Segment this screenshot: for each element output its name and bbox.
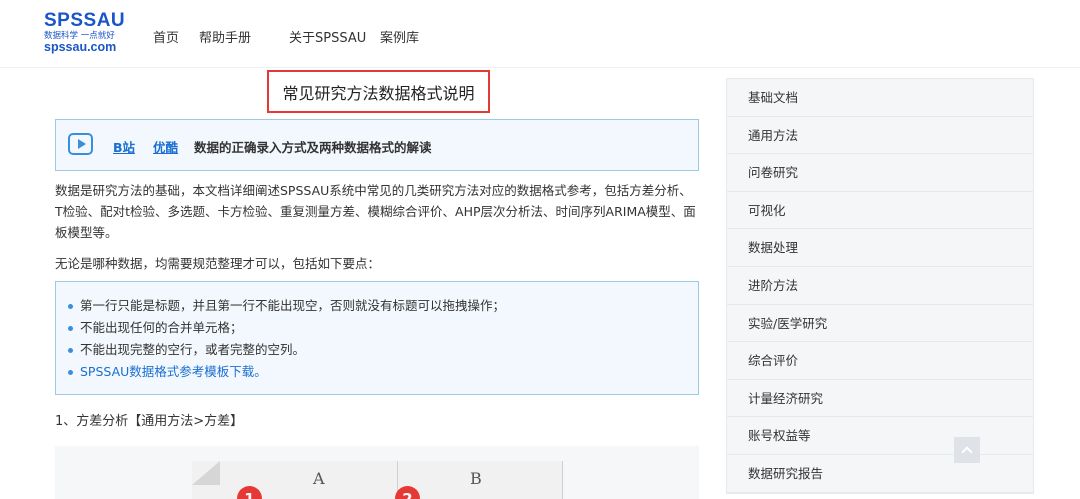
spreadsheet-preview: A B 1 2: [192, 461, 563, 499]
column-a-header: A: [313, 469, 325, 488]
rules-list: 第一行只能是标题，并且第一行不能出现空，否则就没有标题可以拖拽操作； 不能出现任…: [55, 281, 699, 395]
video-banner: B站 优酷 数据的正确录入方式及两种数据格式的解读: [55, 119, 699, 171]
column-b-header: B: [470, 469, 482, 488]
example-image: A B 1 2: [55, 446, 699, 499]
select-all-corner: [192, 461, 220, 485]
bilibili-link[interactable]: B站: [113, 137, 135, 156]
sidebar-item-econometrics[interactable]: 计量经济研究: [727, 380, 1033, 418]
play-icon[interactable]: [68, 133, 93, 155]
sidebar-item-account-rights[interactable]: 账号权益等: [727, 417, 1033, 455]
sidebar-item-comprehensive-eval[interactable]: 综合评价: [727, 342, 1033, 380]
logo-url: spssau.com: [44, 40, 117, 54]
sidebar-item-general-methods[interactable]: 通用方法: [727, 117, 1033, 155]
marker-badge-2: 2: [395, 486, 420, 499]
article-title: 常见研究方法数据格式说明: [267, 70, 490, 113]
template-download-link[interactable]: SPSSAU数据格式参考模板下载。: [68, 361, 698, 383]
nav-home[interactable]: 首页: [153, 27, 179, 46]
nav-help-manual[interactable]: 帮助手册: [199, 27, 251, 46]
doc-sidebar: 基础文档 通用方法 问卷研究 可视化 数据处理 进阶方法 实验/医学研究 综合评…: [726, 78, 1034, 494]
rule-intro: 无论是哪种数据，均需要规范整理才可以，包括如下要点：: [55, 256, 381, 271]
nav-case-library[interactable]: 案例库: [380, 27, 419, 46]
sidebar-item-experiment-medical[interactable]: 实验/医学研究: [727, 305, 1033, 343]
top-header: SPSSAU 数据科学 一点就好 spssau.com 首页 帮助手册 关于SP…: [0, 0, 1080, 68]
sidebar-item-basic-docs[interactable]: 基础文档: [727, 79, 1033, 117]
sidebar-item-questionnaire[interactable]: 问卷研究: [727, 154, 1033, 192]
back-to-top-button[interactable]: [954, 437, 980, 463]
rule-item: 不能出现任何的合并单元格；: [68, 317, 698, 339]
youku-link[interactable]: 优酷: [153, 137, 178, 156]
chevron-up-icon: [961, 446, 973, 458]
sidebar-item-visualization[interactable]: 可视化: [727, 192, 1033, 230]
marker-badge-1: 1: [237, 486, 262, 499]
video-description: 数据的正确录入方式及两种数据格式的解读: [194, 140, 432, 155]
intro-paragraph: 数据是研究方法的基础，本文档详细阐述SPSSAU系统中常见的几类研究方法对应的数…: [55, 183, 696, 240]
site-logo[interactable]: SPSSAU 数据科学 一点就好 spssau.com: [44, 11, 134, 54]
logo-title: SPSSAU: [44, 10, 126, 31]
nav-about[interactable]: 关于SPSSAU: [289, 27, 366, 46]
section-heading: 1、方差分析【通用方法>方差】: [55, 414, 244, 429]
sidebar-item-data-processing[interactable]: 数据处理: [727, 229, 1033, 267]
sidebar-item-advanced[interactable]: 进阶方法: [727, 267, 1033, 305]
rule-item: 不能出现完整的空行，或者完整的空列。: [68, 339, 698, 361]
sidebar-item-research-report[interactable]: 数据研究报告: [727, 455, 1033, 493]
rule-item: 第一行只能是标题，并且第一行不能出现空，否则就没有标题可以拖拽操作；: [68, 295, 698, 317]
